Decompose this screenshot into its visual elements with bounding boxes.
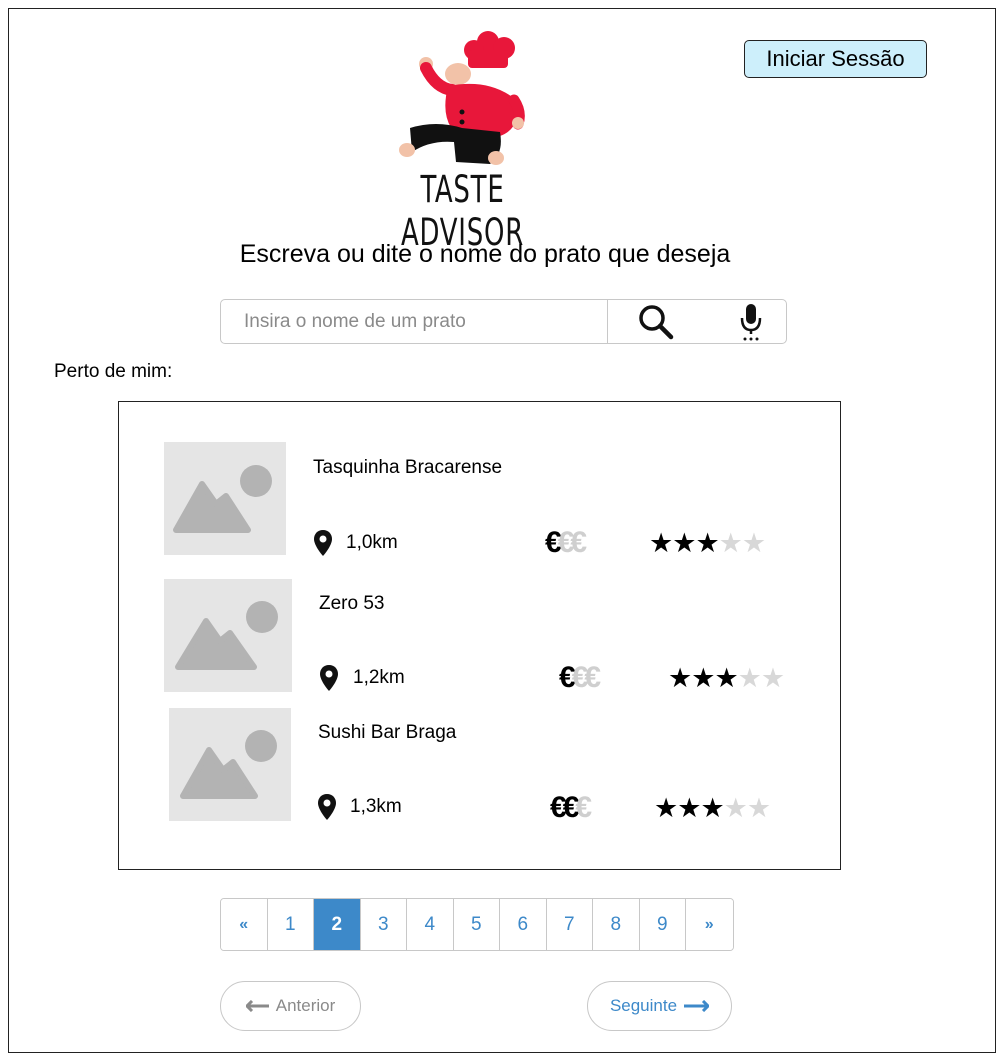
star-icon-empty: ★ (718, 528, 743, 558)
restaurant-distance: 1,2km (353, 667, 405, 688)
pagination-page[interactable]: 2 (314, 899, 361, 950)
next-label: Seguinte (609, 996, 678, 1015)
search-prompt: Escreva ou dite o nome do prato que dese… (239, 240, 731, 268)
search-bar (220, 299, 787, 344)
star-icon-empty: ★ (723, 793, 748, 823)
pagination-page[interactable]: 6 (500, 899, 547, 950)
pagination-page[interactable]: 9 (639, 899, 686, 950)
previous-label: Anterior (275, 996, 336, 1015)
location-pin-icon (314, 530, 332, 556)
nearby-restaurants-list: Tasquinha Bracarense 1,0km €€€ ★★★★★ Zer… (118, 401, 841, 870)
star-icon-filled: ★ (649, 528, 673, 558)
star-rating: ★★★★★ (668, 663, 785, 693)
restaurant-image-placeholder (164, 579, 292, 692)
pagination-first[interactable]: « (221, 899, 268, 950)
pagination-page[interactable]: 4 (407, 899, 454, 950)
star-rating: ★★★★★ (654, 793, 771, 823)
image-placeholder-icon (175, 601, 278, 670)
star-icon-filled: ★ (668, 663, 692, 693)
restaurant-item[interactable]: Sushi Bar Braga 1,3km €€€ ★★★★★ (119, 702, 839, 832)
restaurant-item[interactable]: Tasquinha Bracarense 1,0km €€€ ★★★★★ (119, 402, 839, 562)
star-icon-empty: ★ (760, 663, 785, 693)
price-rating: €€€ (559, 661, 601, 694)
euro-icon-filled: € (550, 791, 567, 824)
restaurant-image-placeholder (169, 708, 291, 821)
restaurant-name: Zero 53 (319, 593, 385, 614)
star-icon-empty: ★ (737, 663, 762, 693)
star-icon-filled: ★ (695, 528, 719, 558)
euro-icon-empty: € (557, 526, 575, 559)
star-rating: ★★★★★ (649, 528, 766, 558)
price-rating: €€€ (550, 791, 592, 824)
pagination: « 1 2 3 4 5 6 7 8 9» (220, 898, 734, 951)
star-icon-empty: ★ (741, 528, 766, 558)
pagination-last[interactable]: » (686, 899, 733, 950)
restaurant-name: Tasquinha Bracarense (313, 457, 503, 478)
star-icon-filled: ★ (654, 793, 678, 823)
login-button[interactable]: Iniciar Sessão (744, 40, 927, 78)
price-rating: €€€ (545, 526, 587, 559)
search-input[interactable] (221, 300, 608, 343)
arrow-left-icon (245, 1000, 269, 1012)
euro-icon-filled: € (562, 791, 580, 824)
microphone-icon (740, 303, 762, 340)
location-pin-icon (318, 794, 336, 820)
image-placeholder-icon (180, 730, 277, 799)
restaurant-image-placeholder (164, 442, 286, 555)
pagination-page[interactable]: 5 (453, 899, 500, 950)
star-icon-filled: ★ (714, 663, 738, 693)
search-button[interactable] (621, 300, 691, 343)
pagination-page[interactable]: 1 (267, 899, 314, 950)
euro-icon-empty: € (571, 661, 589, 694)
euro-icon-filled: € (559, 661, 576, 694)
previous-button[interactable]: Anterior (220, 981, 361, 1031)
restaurant-distance: 1,0km (346, 532, 398, 553)
pagination-page[interactable]: 8 (593, 899, 640, 950)
restaurant-item[interactable]: Zero 53 1,2km €€€ ★★★★★ (119, 567, 839, 695)
star-icon-filled: ★ (677, 793, 701, 823)
euro-icon-empty: € (584, 661, 601, 694)
pagination-page[interactable]: 7 (546, 899, 593, 950)
arrow-right-icon (684, 1000, 710, 1012)
euro-icon-empty: € (575, 791, 592, 824)
pagination-page[interactable]: 3 (360, 899, 407, 950)
search-icon (639, 304, 674, 339)
star-icon-filled: ★ (672, 528, 696, 558)
near-me-label: Perto de mim: (54, 361, 173, 382)
next-button[interactable]: Seguinte (587, 981, 732, 1031)
star-icon-filled: ★ (691, 663, 715, 693)
chef-mascot-icon (399, 31, 525, 165)
restaurant-distance: 1,3km (350, 796, 402, 817)
restaurant-name: Sushi Bar Braga (318, 722, 457, 743)
star-icon-filled: ★ (700, 793, 724, 823)
taste-advisor-logo: TASTE ADVISOR (340, 28, 585, 254)
euro-icon-empty: € (570, 526, 587, 559)
image-placeholder-icon (173, 465, 272, 533)
euro-icon-filled: € (545, 526, 562, 559)
location-pin-icon (320, 665, 338, 691)
star-icon-empty: ★ (746, 793, 771, 823)
voice-input-button[interactable] (716, 300, 786, 343)
